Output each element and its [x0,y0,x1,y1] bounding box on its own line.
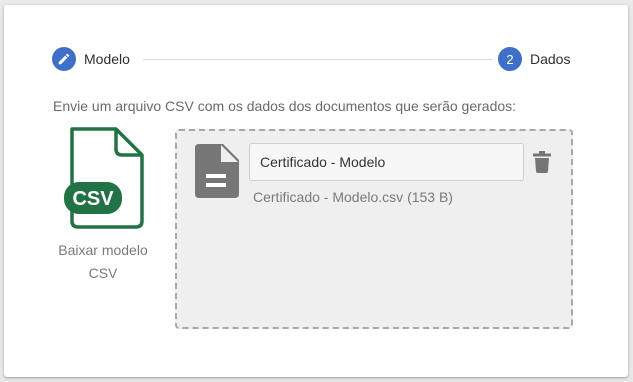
stepper-connector [143,59,492,60]
step-label-modelo: Modelo [84,51,130,67]
document-icon [195,144,239,198]
file-name: Certificado - Modelo.csv [253,189,404,205]
step-number-badge: 2 [498,47,522,71]
document-name-input[interactable] [249,143,524,181]
download-template-label: Baixar modelo CSV [58,242,148,281]
download-template-link[interactable]: CSV Baixar modelo CSV [48,127,158,287]
step-dados[interactable]: 2 Dados [498,47,570,71]
file-info: Certificado - Modelo.csv (153 B) [253,189,453,205]
csv-badge-text: CSV [72,188,114,210]
pencil-icon [52,47,76,71]
csv-file-icon: CSV [64,127,144,229]
instructions-text: Envie um arquivo CSV com os dados dos do… [53,98,517,114]
upload-card: Modelo 2 Dados Envie um arquivo CSV com … [4,5,628,377]
delete-file-button[interactable] [531,151,553,175]
step-label-dados: Dados [530,51,571,67]
file-size: (153 B) [407,189,453,205]
trash-icon [533,151,551,173]
file-dropzone[interactable]: Certificado - Modelo.csv (153 B) [175,129,573,329]
step-modelo[interactable]: Modelo [52,47,130,71]
